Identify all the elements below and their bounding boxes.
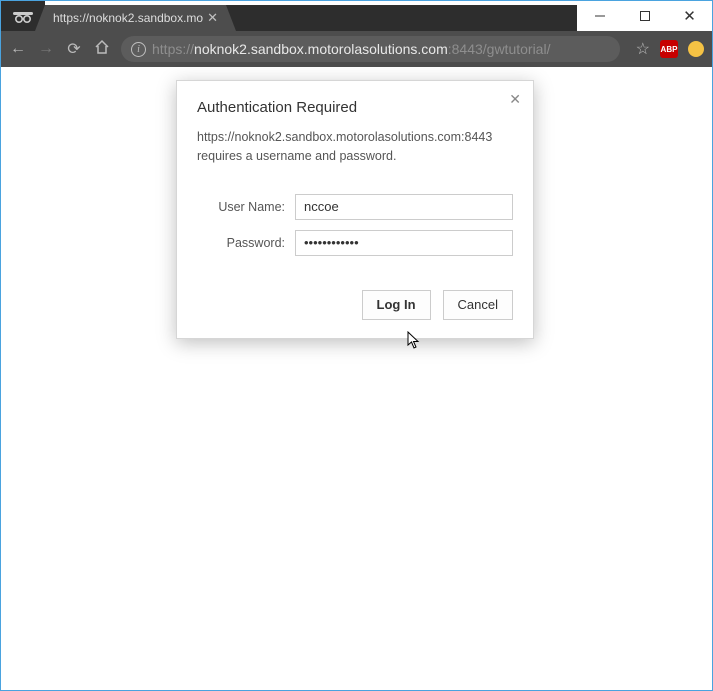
tab-title: https://noknok2.sandbox.mo: [53, 11, 203, 25]
browser-tab[interactable]: https://noknok2.sandbox.mo ✕: [45, 5, 226, 31]
password-label: Password:: [197, 236, 295, 250]
window-maximize-button[interactable]: [622, 1, 667, 31]
username-input[interactable]: [295, 194, 513, 220]
dialog-actions: Log In Cancel: [197, 290, 513, 320]
username-row: User Name:: [197, 194, 513, 220]
reload-button[interactable]: ⟳: [65, 39, 83, 59]
extension-icons: ☆ ABP: [636, 39, 704, 59]
address-bar[interactable]: i https://noknok2.sandbox.motorolasoluti…: [121, 36, 620, 62]
browser-toolbar: ← → ⟳ i https://noknok2.sandbox.motorola…: [1, 31, 712, 67]
page-content: ✕ Authentication Required https://noknok…: [1, 67, 712, 690]
tab-strip: [226, 5, 577, 31]
cancel-button[interactable]: Cancel: [443, 290, 513, 320]
window-close-button[interactable]: ✕: [667, 1, 712, 31]
bookmark-star-icon[interactable]: ☆: [636, 39, 650, 59]
profile-avatar-icon[interactable]: [688, 41, 704, 57]
username-label: User Name:: [197, 200, 295, 214]
window-controls: ✕: [577, 1, 712, 31]
dialog-close-icon[interactable]: ✕: [509, 91, 521, 108]
mouse-cursor-icon: [407, 331, 421, 354]
dialog-message: https://noknok2.sandbox.motorolasolution…: [197, 128, 513, 166]
browser-window: https://noknok2.sandbox.mo ✕ ✕ ← → ⟳ i h…: [1, 1, 712, 690]
adblock-icon[interactable]: ABP: [660, 40, 678, 58]
auth-dialog: ✕ Authentication Required https://noknok…: [176, 80, 534, 339]
site-info-icon[interactable]: i: [131, 42, 146, 57]
forward-button[interactable]: →: [37, 40, 55, 58]
back-button[interactable]: ←: [9, 40, 27, 58]
password-input[interactable]: [295, 230, 513, 256]
home-button[interactable]: [93, 39, 111, 60]
tab-close-icon[interactable]: ✕: [207, 10, 218, 26]
password-row: Password:: [197, 230, 513, 256]
url-text: https://noknok2.sandbox.motorolasolution…: [152, 41, 550, 57]
dialog-title: Authentication Required: [197, 99, 513, 116]
login-button[interactable]: Log In: [362, 290, 431, 320]
titlebar: https://noknok2.sandbox.mo ✕ ✕: [1, 1, 712, 31]
window-minimize-button[interactable]: [577, 1, 622, 31]
